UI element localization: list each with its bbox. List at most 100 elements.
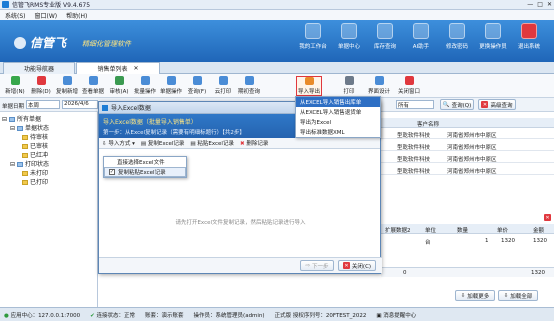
tree-item-printed[interactable]: 已打印 <box>2 178 95 187</box>
delete-icon <box>36 76 46 85</box>
search-icon <box>192 76 202 85</box>
ui-design-label: 界面设计 <box>367 89 390 95</box>
copy-excel-button[interactable]: ▤ 复制Excel记录 <box>141 139 185 147</box>
tree-item-unprinted[interactable]: 未打印 <box>2 169 95 178</box>
copy-new-button[interactable]: 复制新增 <box>54 76 80 96</box>
tab-navigator[interactable]: 功能导航器 <box>3 62 75 74</box>
folder-icon <box>9 117 16 122</box>
load-all-button[interactable]: ⇩ 加载全部 <box>498 290 538 301</box>
tree-item-pending[interactable]: 待审核 <box>2 133 95 142</box>
paste-excel-label: 粘贴Excel记录 <box>197 141 234 147</box>
left-tree-panel: ⊟ 所有单据 ⊟ 单据状态 待审核 已审核 已红冲 ⊟ 打印状态 未打印 已打印 <box>0 112 98 307</box>
audit-button[interactable]: 审核(A) <box>106 76 132 96</box>
paste-excel-button[interactable]: ▤ 粘贴Excel记录 <box>190 139 234 147</box>
tree-item-label: 所有单据 <box>17 116 42 123</box>
ui-design-button[interactable]: 界面设计 <box>366 76 392 96</box>
query-submit-button[interactable]: 🔍 查询(Q) <box>440 99 474 110</box>
detail-totals: 0 1320 <box>381 267 554 277</box>
opening-query-button[interactable]: 期初查询 <box>236 76 262 96</box>
batch-button[interactable]: 批量操作 <box>132 76 158 96</box>
switch-operator-button[interactable]: 更换操作员 <box>477 23 509 59</box>
copy-icon <box>62 76 72 85</box>
delete-button[interactable]: 删除(D) <box>28 76 54 96</box>
query-button[interactable]: 查询(F) <box>184 76 210 96</box>
ai-robot-icon <box>413 23 429 39</box>
ai-assistant-button[interactable]: AI助手 <box>405 23 437 59</box>
next-step-button[interactable]: ⇨ 下一步 <box>300 260 334 271</box>
calendar-icon <box>244 76 254 85</box>
advanced-query-label: 高级查询 <box>490 102 513 109</box>
date-input[interactable]: 2026/4/6 <box>62 100 98 109</box>
stock-query-button[interactable]: 库存查询 <box>369 23 401 59</box>
dialog-close-label: 关闭(C) <box>351 263 372 270</box>
tree-item-audited[interactable]: 已审核 <box>2 142 95 151</box>
menu-item-import-sales-out[interactable]: 从EXCEL导入销售出库单 <box>296 97 380 107</box>
message-center[interactable]: ▣ 消息提醒中心 <box>376 311 416 319</box>
view-doc-button[interactable]: 查看单据 <box>80 76 106 96</box>
menu-item-select-file[interactable]: 直接选择Excel文件 <box>104 157 186 167</box>
date-op-select[interactable]: 本周 <box>26 100 60 109</box>
doc-center-button[interactable]: 单据中心 <box>333 23 365 59</box>
tab-sales-list[interactable]: 销售单列表 ✕ <box>76 62 160 74</box>
table-row[interactable]: 型乾软件科技 河南省郑州市中原区 <box>381 164 554 175</box>
menu-item-import-sales-return[interactable]: 从EXCEL导入销售退货单 <box>296 107 380 117</box>
printer-icon <box>344 76 354 85</box>
import-mode-button[interactable]: ⇩ 导入方式 ▾ <box>102 139 135 147</box>
detail-amount: 1320 <box>533 238 547 244</box>
load-more-button[interactable]: ⇩ 加载更多 <box>455 290 495 301</box>
import-export-button[interactable]: 导入导出 <box>296 76 322 96</box>
maximize-icon[interactable]: □ <box>537 1 543 8</box>
menu-item-export-excel[interactable]: 导出为Excel <box>296 117 380 127</box>
detail-row[interactable]: 台 1 1320 1320 <box>381 236 554 246</box>
import-export-label: 导入导出 <box>297 89 320 95</box>
folder-icon <box>22 180 28 185</box>
menu-window[interactable]: 窗口(W) <box>35 11 58 20</box>
table-row[interactable]: 型乾软件科技 河南省郑州市中原区 <box>381 152 554 163</box>
cloud-print-button[interactable]: 云打印 <box>210 76 236 96</box>
import-export-icon <box>304 77 314 85</box>
dialog-app-icon <box>102 104 108 111</box>
new-button[interactable]: 新增(N) <box>2 76 28 96</box>
advanced-query-button[interactable]: ✕ 高级查询 <box>478 99 516 110</box>
tree-item-doc-status[interactable]: ⊟ 单据状态 <box>2 124 95 133</box>
tree-item-all[interactable]: ⊟ 所有单据 <box>2 115 95 124</box>
users-icon <box>485 23 501 39</box>
connection-text: 连接状态：正常 <box>96 312 136 319</box>
menu-help[interactable]: 帮助(H) <box>66 11 87 20</box>
dialog-close-button[interactable]: ✕ 关闭(C) <box>338 260 376 271</box>
load-more-label: 加载更多 <box>467 293 490 300</box>
table-row[interactable]: 型乾软件科技 河南省郑州市中原区 <box>381 128 554 139</box>
cell-address: 河南省郑州市中原区 <box>447 133 497 139</box>
table-row[interactable]: 型乾软件科技 河南省郑州市中原区 <box>381 140 554 151</box>
menu-item-copy-paste[interactable]: ✓ 复制粘贴Excel记录 <box>104 167 186 177</box>
close-icon[interactable]: ✕ <box>547 1 552 8</box>
warehouse-icon <box>377 23 393 39</box>
tree-item-reversed[interactable]: 已红冲 <box>2 151 95 160</box>
tree-item-print-status[interactable]: ⊟ 打印状态 <box>2 160 95 169</box>
change-password-label: 修改密码 <box>445 44 468 50</box>
load-all-label: 加载全部 <box>510 293 533 300</box>
tree-item-label: 打印状态 <box>25 161 50 168</box>
query-label: 查询(F) <box>187 89 207 95</box>
delete-record-button[interactable]: ✖ 删除记录 <box>240 139 268 147</box>
menu-system[interactable]: 系统(S) <box>5 11 26 20</box>
folder-icon <box>22 144 28 149</box>
detail-close-icon[interactable]: ✕ <box>544 214 551 221</box>
stock-query-label: 库存查询 <box>373 44 396 50</box>
load-more-icon: ⇩ <box>460 292 466 299</box>
doc-ops-button[interactable]: 单据操作 <box>158 76 184 96</box>
import-mode-label: 导入方式 <box>108 141 131 147</box>
tab-close-icon[interactable]: ✕ <box>133 65 138 72</box>
workbench-button[interactable]: 我的工作台 <box>297 23 329 59</box>
load-all-icon: ⇩ <box>503 292 509 299</box>
menu-item-export-xml[interactable]: 导出标准数据XML <box>296 127 380 137</box>
print-button[interactable]: 打印 <box>336 76 362 96</box>
change-password-button[interactable]: 修改密码 <box>441 23 473 59</box>
grid-rows: 型乾软件科技 河南省郑州市中原区 型乾软件科技 河南省郑州市中原区 型乾软件科技 河南… <box>381 128 554 178</box>
close-window-button[interactable]: 关闭窗口 <box>396 76 422 96</box>
exit-button[interactable]: 退出系统 <box>513 23 545 59</box>
folder-icon <box>22 135 28 140</box>
status-select[interactable]: 所有 <box>396 100 434 109</box>
minimize-icon[interactable]: — <box>527 1 533 8</box>
copy-new-label: 复制新增 <box>55 89 78 95</box>
